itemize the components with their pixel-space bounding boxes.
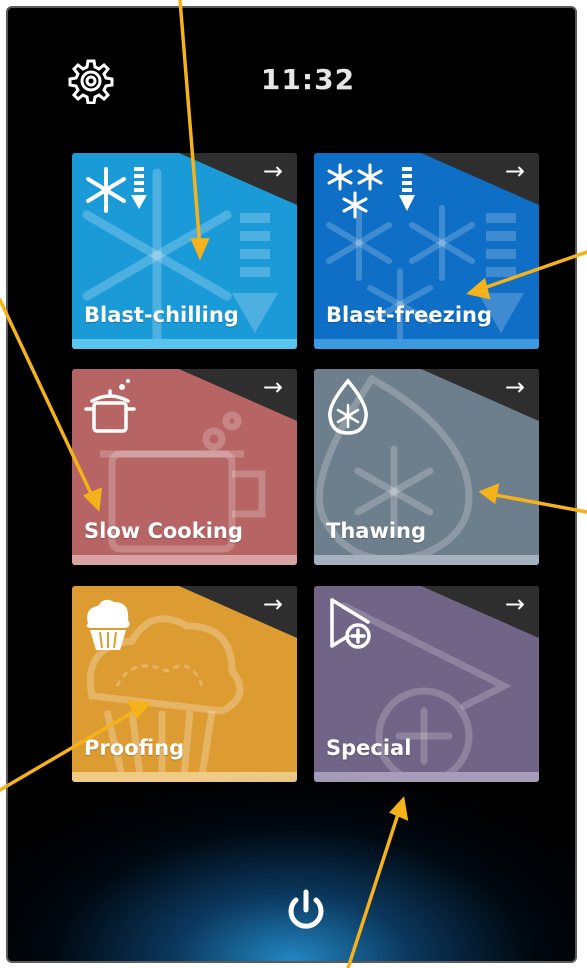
tile-bar	[314, 339, 539, 349]
device-screen: 11:32 → Blast-chilling → Blast-freezing …	[6, 6, 577, 963]
arrow-right-icon: →	[262, 590, 283, 618]
tile-bar	[314, 772, 539, 782]
gear-icon[interactable]	[68, 58, 114, 104]
tile-label: Slow Cooking	[84, 519, 243, 543]
snowflakes-down-icon	[327, 163, 415, 219]
tile-label: Special	[326, 736, 412, 760]
tile-label: Proofing	[84, 736, 185, 760]
tile-bar	[72, 555, 297, 565]
tile-label: Blast-chilling	[84, 303, 239, 327]
arrow-right-icon: →	[504, 373, 525, 401]
arrow-right-icon: →	[504, 157, 525, 185]
tile-bar	[72, 772, 297, 782]
tile-thawing[interactable]: → Thawing	[314, 369, 539, 565]
tile-proofing[interactable]: → Proofing	[72, 586, 297, 782]
thaw-drop-icon	[328, 378, 368, 435]
arrow-right-icon: →	[504, 590, 525, 618]
tile-label: Thawing	[326, 519, 427, 543]
play-plus-icon	[330, 598, 371, 649]
arrow-right-icon: →	[262, 373, 283, 401]
tile-special[interactable]: → Special	[314, 586, 539, 782]
clock-time: 11:32	[260, 63, 356, 96]
arrow-right-icon: →	[262, 157, 283, 185]
power-icon[interactable]	[284, 888, 328, 932]
snowflake-down-icon	[86, 167, 147, 213]
tile-blast-freezing[interactable]: → Blast-freezing	[314, 153, 539, 349]
tile-blast-chilling[interactable]: → Blast-chilling	[72, 153, 297, 349]
tile-slow-cooking[interactable]: → Slow Cooking	[72, 369, 297, 565]
cooking-pot-icon	[84, 379, 136, 433]
tile-bar	[314, 555, 539, 565]
tile-label: Blast-freezing	[326, 303, 493, 327]
muffin-icon	[86, 599, 130, 650]
tile-bar	[72, 339, 297, 349]
